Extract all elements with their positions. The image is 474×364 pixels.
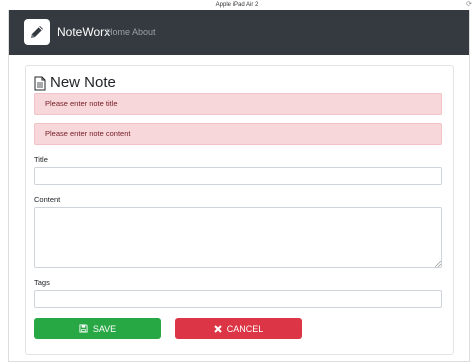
rotate-icon[interactable]: ⟳ <box>466 1 472 9</box>
floppy-disk-icon <box>79 324 88 333</box>
save-button-label: SAVE <box>92 323 117 334</box>
close-icon <box>214 324 222 333</box>
save-button[interactable]: SAVE <box>34 318 161 339</box>
document-icon <box>34 76 46 90</box>
brand-logo[interactable] <box>24 19 50 45</box>
content-textarea[interactable] <box>34 207 442 268</box>
new-note-card: New Note Please enter note title Please … <box>25 65 454 355</box>
tags-input[interactable] <box>34 290 442 308</box>
cancel-button[interactable]: CANCEL <box>175 318 302 339</box>
title-label: Title <box>34 155 48 164</box>
navbar: NoteWorx Home About <box>9 10 469 55</box>
page-title-text: New Note <box>50 74 116 91</box>
title-input[interactable] <box>34 167 442 185</box>
content-label: Content <box>34 195 61 204</box>
page-title: New Note <box>34 73 116 93</box>
pencil-icon <box>31 26 43 38</box>
alert-title-required: Please enter note title <box>34 93 442 115</box>
device-frame-bar: Apple iPad Air 2 ⟳ <box>0 0 474 10</box>
app-screen: NoteWorx Home About New Note Please ente… <box>8 10 470 362</box>
nav-link-about[interactable]: About <box>132 25 156 39</box>
tags-label: Tags <box>34 278 50 287</box>
brand-name[interactable]: NoteWorx <box>57 24 110 40</box>
resize-grip-icon[interactable] <box>435 261 441 267</box>
alert-content-required: Please enter note content <box>34 123 442 145</box>
cancel-button-label: CANCEL <box>226 323 264 334</box>
nav-link-home[interactable]: Home <box>106 25 130 39</box>
device-title: Apple iPad Air 2 <box>215 2 259 8</box>
